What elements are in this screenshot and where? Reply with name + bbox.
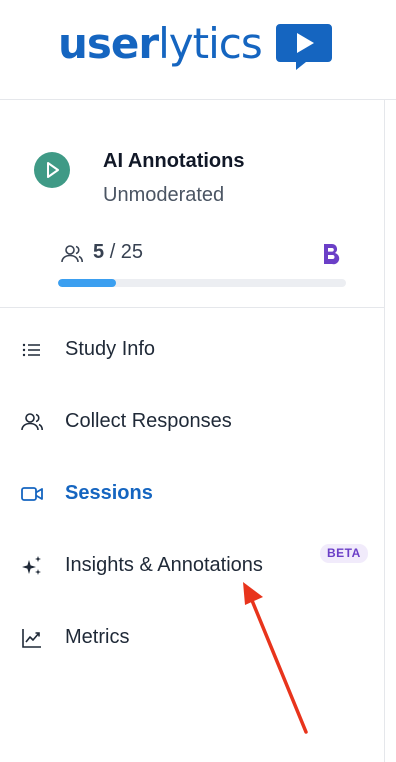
sidebar-panel: userlytics AI Annotations Unmoderated 5 … (0, 0, 396, 762)
nav-label-insights-annotations: Insights & Annotations (65, 554, 263, 576)
participant-count: 5 / 25 (93, 241, 143, 264)
list-icon (22, 343, 40, 357)
study-summary-card: AI Annotations Unmoderated 5 / 25 (0, 100, 384, 308)
nav-item-collect-responses[interactable]: Collect Responses (0, 394, 384, 450)
nav-label-collect-responses: Collect Responses (65, 410, 232, 432)
video-camera-icon (21, 487, 43, 501)
annotation-arrow (243, 582, 308, 734)
play-speech-bubble-icon (276, 24, 332, 70)
sparkles-icon (22, 556, 41, 575)
nav-label-sessions: Sessions (65, 482, 153, 504)
study-type: Unmoderated (103, 184, 225, 206)
nav-label-study-info: Study Info (65, 338, 156, 360)
sidebar-divider (384, 100, 385, 762)
participants-current: 5 (93, 241, 105, 263)
play-icon (34, 152, 70, 188)
b-logo-icon (324, 244, 340, 265)
beta-badge: BETA (320, 544, 368, 563)
logo-text-bold: user (58, 19, 159, 68)
logo-header: userlytics (0, 0, 396, 100)
study-title: AI Annotations (103, 150, 245, 172)
chart-line-icon (22, 629, 41, 648)
userlytics-logo[interactable]: userlytics (58, 16, 263, 72)
participant-progress-bar (58, 279, 346, 287)
nav-item-sessions[interactable]: Sessions (0, 466, 384, 522)
nav-item-insights-annotations[interactable]: Insights & Annotations BETA (0, 538, 384, 594)
nav-label-metrics: Metrics (65, 626, 130, 648)
logo-text-light: lytics (158, 19, 263, 68)
progress-fill (58, 279, 116, 287)
participants-icon (21, 413, 43, 431)
nav-item-metrics[interactable]: Metrics (0, 610, 384, 666)
nav-item-study-info[interactable]: Study Info (0, 322, 384, 378)
participants-total: / 25 (109, 241, 144, 263)
participants-icon (61, 245, 83, 263)
